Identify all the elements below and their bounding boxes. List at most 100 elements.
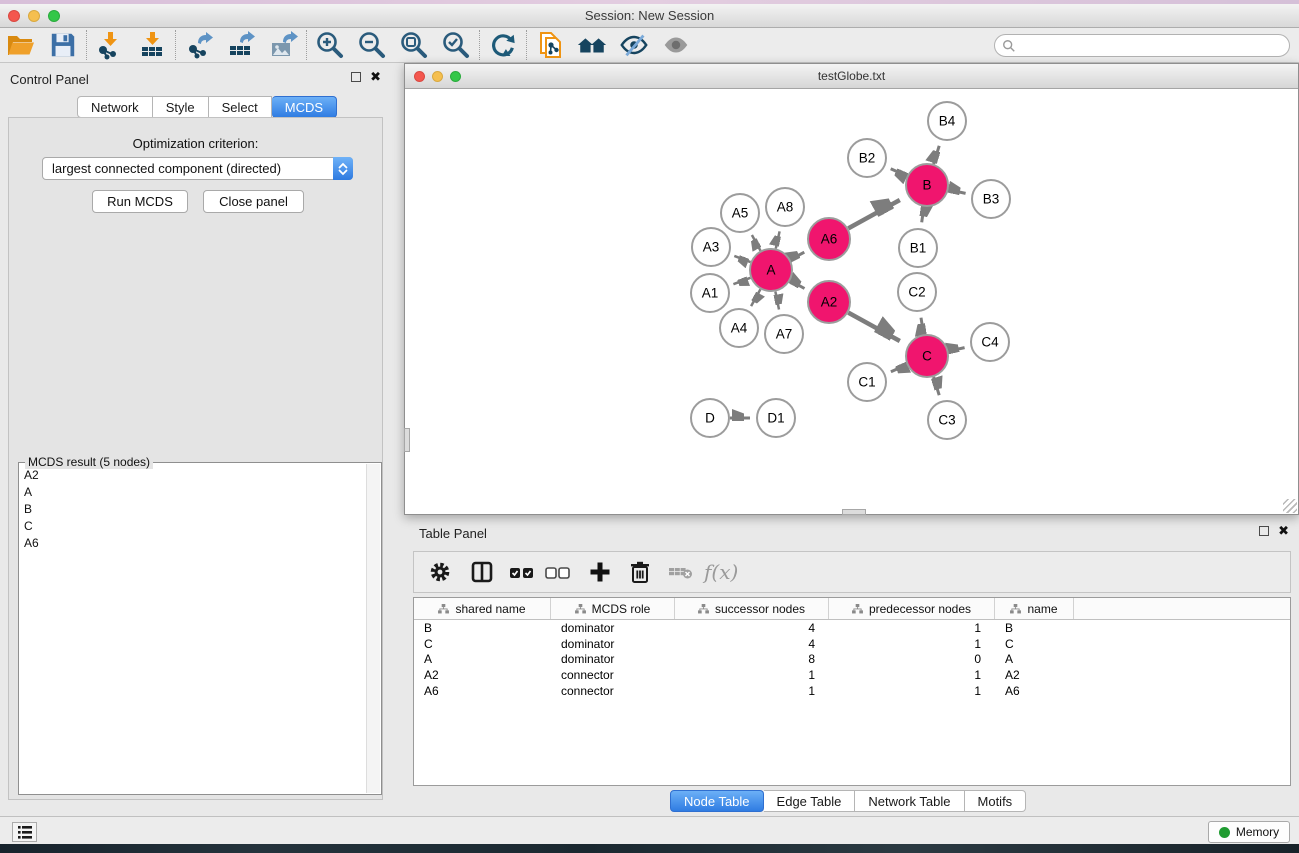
table-cell[interactable]: 1 <box>675 683 829 699</box>
control-panel-float-button[interactable] <box>351 72 361 82</box>
table-cell[interactable]: 1 <box>829 620 995 636</box>
network-graph[interactable]: B4B2BB3A8A5A6A3B1AA1C2A2A4A7C4CC1DD1C3 <box>405 89 1298 514</box>
edge-C-C2[interactable] <box>921 318 924 335</box>
table-panel-close-button[interactable]: ✖ <box>1278 526 1289 536</box>
edge-A-A4[interactable] <box>751 289 760 306</box>
first-neighbors-button[interactable] <box>571 28 613 62</box>
table-cell[interactable]: 8 <box>675 652 829 668</box>
minimize-window-button[interactable] <box>28 10 40 22</box>
export-network-button[interactable] <box>178 28 220 62</box>
network-zoom-button[interactable] <box>450 71 461 82</box>
open-session-button[interactable] <box>0 28 42 62</box>
table-cell[interactable]: 1 <box>829 667 995 683</box>
control-panel-close-button[interactable]: ✖ <box>370 72 381 82</box>
table-row[interactable]: Cdominator41C <box>414 636 1290 652</box>
table-cell[interactable]: connector <box>551 667 675 683</box>
column-header-predecessor-nodes[interactable]: predecessor nodes <box>829 598 995 619</box>
table-cell[interactable]: A6 <box>995 683 1074 699</box>
main-titlebar[interactable]: Session: New Session <box>0 4 1299 28</box>
table-cell[interactable]: A2 <box>995 667 1074 683</box>
table-cell[interactable]: 0 <box>829 652 995 668</box>
table-cell[interactable]: connector <box>551 683 675 699</box>
tab-style[interactable]: Style <box>153 96 209 118</box>
window-resize-grip[interactable] <box>1283 499 1297 513</box>
tab-mcds[interactable]: MCDS <box>272 96 337 118</box>
mcds-result-item[interactable]: A6 <box>20 534 365 551</box>
mcds-result-item[interactable]: A <box>20 483 365 500</box>
refresh-button[interactable] <box>482 28 524 62</box>
mcds-result-list[interactable]: A2ABCA6 <box>20 466 365 793</box>
edge-A-A8[interactable] <box>776 231 780 248</box>
table-row[interactable]: Adominator80A <box>414 652 1290 668</box>
memory-button[interactable]: Memory <box>1208 821 1290 843</box>
zoom-window-button[interactable] <box>48 10 60 22</box>
column-header-successor-nodes[interactable]: successor nodes <box>675 598 829 619</box>
tab-network-table[interactable]: Network Table <box>855 790 964 812</box>
show-column-button[interactable] <box>464 554 500 590</box>
table-row[interactable]: A6connector11A6 <box>414 683 1290 699</box>
show-all-button[interactable] <box>655 28 697 62</box>
zoom-in-button[interactable] <box>309 28 351 62</box>
select-all-columns-button[interactable] <box>504 554 540 590</box>
tab-node-table[interactable]: Node Table <box>670 790 764 812</box>
function-builder-button[interactable]: f(x) <box>704 560 738 584</box>
table-cell[interactable]: dominator <box>551 620 675 636</box>
column-header-MCDS-role[interactable]: MCDS role <box>551 598 675 619</box>
export-image-button[interactable] <box>262 28 304 62</box>
table-cell[interactable]: dominator <box>551 652 675 668</box>
mcds-result-item[interactable]: B <box>20 500 365 517</box>
export-table-button[interactable] <box>220 28 262 62</box>
table-cell[interactable]: 1 <box>829 636 995 652</box>
deselect-all-columns-button[interactable] <box>540 554 576 590</box>
table-cell[interactable]: A6 <box>414 683 551 699</box>
delete-column-button[interactable] <box>622 554 658 590</box>
table-cell[interactable]: B <box>995 620 1074 636</box>
import-network-button[interactable] <box>89 28 131 62</box>
column-header-name[interactable]: name <box>995 598 1074 619</box>
task-history-button[interactable] <box>12 822 37 842</box>
column-header-shared-name[interactable]: shared name <box>414 598 551 619</box>
save-session-button[interactable] <box>42 28 84 62</box>
edge-A-A1[interactable] <box>733 278 750 284</box>
edge-B-B3[interactable] <box>949 190 966 194</box>
edge-B-B1[interactable] <box>922 207 924 223</box>
import-table-button[interactable] <box>131 28 173 62</box>
mcds-result-item[interactable]: C <box>20 517 365 534</box>
splitter-grip-left[interactable] <box>404 428 410 452</box>
edge-C-C3[interactable] <box>934 377 940 395</box>
table-cell[interactable]: 4 <box>675 636 829 652</box>
zoom-out-button[interactable] <box>351 28 393 62</box>
edge-B-B4[interactable] <box>934 146 940 164</box>
table-settings-button[interactable] <box>422 554 458 590</box>
table-row[interactable]: A2connector11A2 <box>414 667 1290 683</box>
edge-A-A3[interactable] <box>734 256 750 262</box>
search-input[interactable] <box>1016 37 1289 55</box>
table-row[interactable]: Bdominator41B <box>414 620 1290 636</box>
run-mcds-button[interactable]: Run MCDS <box>92 190 188 213</box>
delete-table-button[interactable] <box>662 554 698 590</box>
edge-C-C1[interactable] <box>891 365 907 372</box>
criterion-select[interactable]: largest connected component (directed) <box>42 157 353 180</box>
close-window-button[interactable] <box>8 10 20 22</box>
edge-A2-C[interactable] <box>848 313 900 341</box>
create-column-button[interactable] <box>582 554 618 590</box>
table-cell[interactable]: A <box>995 652 1074 668</box>
tab-network[interactable]: Network <box>77 96 153 118</box>
edge-C-C4[interactable] <box>949 348 965 352</box>
edge-B-B2[interactable] <box>891 169 907 176</box>
network-window-titlebar[interactable]: testGlobe.txt <box>405 64 1298 89</box>
splitter-grip-bottom[interactable] <box>842 509 866 515</box>
table-cell[interactable]: 1 <box>829 683 995 699</box>
table-cell[interactable]: C <box>995 636 1074 652</box>
table-cell[interactable]: C <box>414 636 551 652</box>
network-close-button[interactable] <box>414 71 425 82</box>
table-cell[interactable]: A <box>414 652 551 668</box>
edge-A-A6[interactable] <box>790 252 804 259</box>
edge-A-A2[interactable] <box>790 281 804 289</box>
network-canvas[interactable]: B4B2BB3A8A5A6A3B1AA1C2A2A4A7C4CC1DD1C3 <box>405 89 1298 514</box>
tab-edge-table[interactable]: Edge Table <box>764 790 856 812</box>
zoom-fit-button[interactable] <box>393 28 435 62</box>
clone-network-button[interactable] <box>529 28 571 62</box>
mcds-result-scrollbar[interactable] <box>366 464 380 793</box>
edge-A-A7[interactable] <box>775 292 779 310</box>
